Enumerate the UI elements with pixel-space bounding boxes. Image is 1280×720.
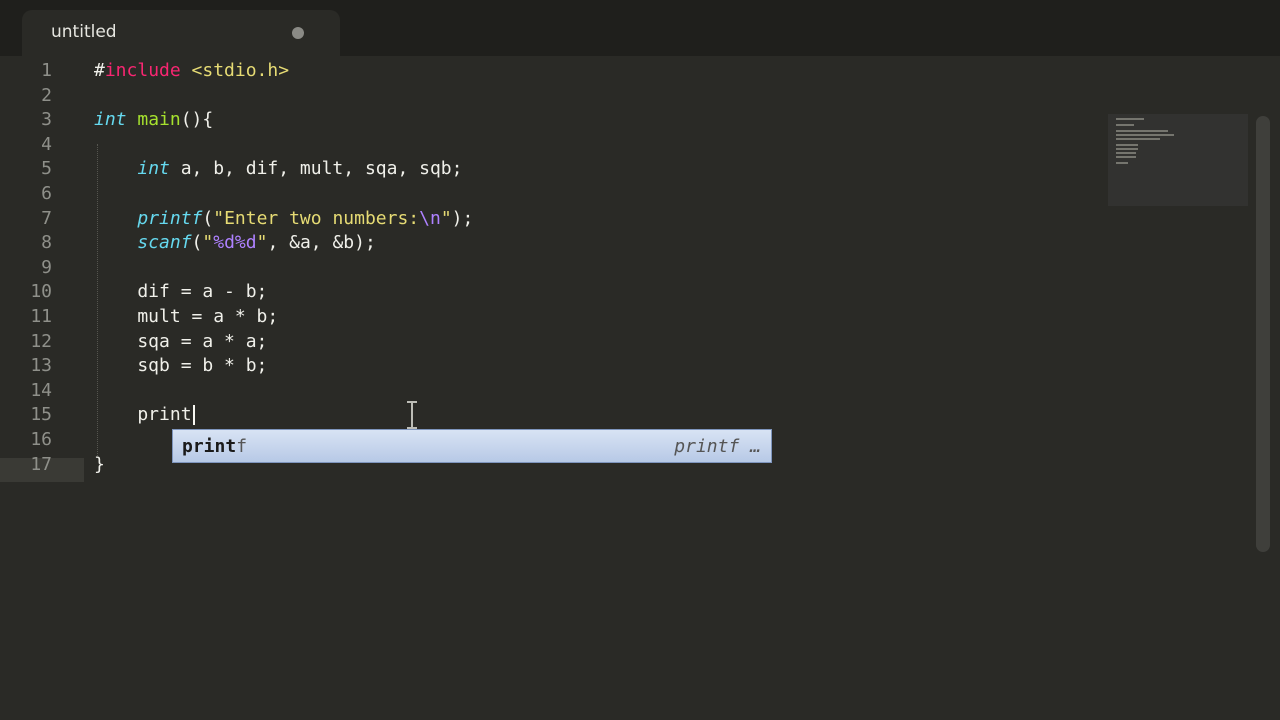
line-number: 13 [30, 355, 52, 377]
autocomplete-match-text: print [182, 436, 237, 457]
autocomplete-popup[interactable]: printf printf … [172, 429, 772, 463]
line-number: 4 [41, 133, 52, 155]
unsaved-dot-icon[interactable] [292, 27, 304, 39]
autocomplete-hint: printf … [674, 436, 761, 457]
code-line[interactable]: 15 print [0, 403, 1100, 427]
code-text: int main(){ [94, 109, 214, 131]
line-number: 5 [41, 158, 52, 180]
tab-bar: untitled [0, 0, 1280, 56]
code-line[interactable]: 3 int main(){ [0, 108, 1100, 132]
autocomplete-item[interactable]: printf [182, 436, 247, 457]
code-line[interactable]: 7 printf("Enter two numbers:\n"); [0, 207, 1100, 231]
tab-title: untitled [51, 22, 117, 42]
code-text: sqa = a * a; [94, 330, 268, 352]
line-number: 15 [30, 404, 52, 426]
line-number: 1 [41, 60, 52, 81]
tab-untitled[interactable]: untitled [22, 10, 340, 56]
code-line[interactable]: 14 [0, 379, 1100, 403]
code-line[interactable]: 13 sqb = b * b; [0, 354, 1100, 378]
code-text: sqb = b * b; [94, 355, 268, 377]
line-number: 6 [41, 183, 52, 204]
line-number: 7 [41, 207, 52, 229]
line-number: 16 [30, 429, 52, 450]
minimap[interactable] [1108, 114, 1248, 206]
code-text: scanf("%d%d", &a, &b); [137, 232, 376, 254]
code-line[interactable]: 1 #include <stdio.h> [0, 59, 1100, 83]
line-number: 2 [41, 84, 52, 106]
code-text: } [94, 453, 105, 475]
vertical-scrollbar[interactable] [1256, 116, 1270, 552]
code-line[interactable]: 8 scanf("%d%d", &a, &b); [0, 231, 1100, 255]
code-line[interactable]: 5 int a, b, dif, mult, sqa, sqb; [0, 157, 1100, 181]
line-number: 3 [41, 109, 52, 131]
code-text: mult = a * b; [94, 306, 279, 327]
code-line[interactable]: 11 mult = a * b; [0, 305, 1100, 329]
line-number: 11 [30, 306, 52, 327]
code-line[interactable]: 9 [0, 256, 1100, 280]
autocomplete-rest-text: f [236, 436, 248, 457]
line-number: 12 [30, 330, 52, 352]
code-line[interactable]: 12 sqa = a * a; [0, 330, 1100, 354]
code-text: print [94, 403, 195, 427]
code-text: #include <stdio.h> [94, 60, 290, 81]
code-editor[interactable]: 1 #include <stdio.h> 2 3 int main(){4 5 int a… [0, 56, 1280, 720]
text-caret [192, 405, 195, 426]
code-line[interactable]: 6 [0, 182, 1100, 206]
line-number: 10 [30, 281, 52, 303]
code-line[interactable]: 10 dif = a - b; [0, 280, 1100, 304]
line-number: 9 [41, 256, 52, 278]
code-text: dif = a - b; [94, 281, 268, 303]
code-line[interactable]: 2 [0, 84, 1100, 108]
line-number: 14 [30, 379, 52, 401]
line-number: 8 [41, 232, 52, 254]
code-text: printf("Enter two numbers:\n"); [137, 207, 474, 229]
code-line[interactable]: 4 [0, 133, 1100, 157]
text-cursor-icon [407, 401, 417, 429]
code-text: int a, b, dif, mult, sqa, sqb; [137, 158, 463, 180]
line-number: 17 [30, 453, 52, 475]
